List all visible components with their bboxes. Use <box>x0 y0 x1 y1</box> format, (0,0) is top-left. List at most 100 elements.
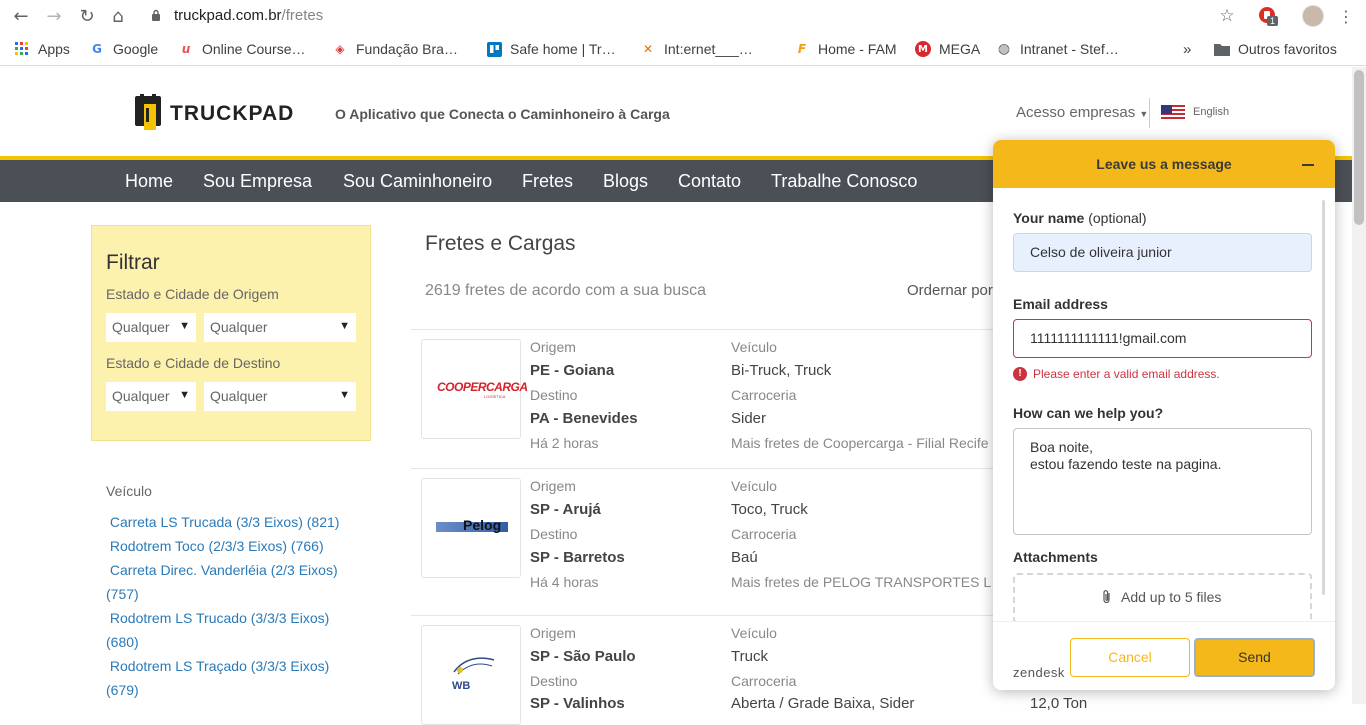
lock-icon <box>151 8 161 21</box>
acesso-label: Acesso empresas <box>1016 104 1136 121</box>
nav-contato[interactable]: Contato <box>678 171 741 192</box>
origin-state-select[interactable]: Qualquer ▼ <box>106 313 196 342</box>
forward-icon[interactable]: → <box>42 4 66 28</box>
body-value: Sider <box>731 410 767 427</box>
vehicle-filter-text: Rodotrem LS Traçado (3/3/3 Eixos) (679) <box>106 658 330 698</box>
reload-icon[interactable]: ↻ <box>75 4 99 28</box>
nav-blogs[interactable]: Blogs <box>603 171 648 192</box>
filter-title: Filtrar <box>106 251 160 274</box>
company-logo[interactable]: COOPERCARGA LOGÍSTICA <box>421 339 528 439</box>
caret-down-icon: ▼ <box>179 389 190 401</box>
vehicle-filter-item[interactable]: Carreta Direc. Vanderléia (2/3 Eixos) (7… <box>106 558 356 606</box>
help-label: How can we help you? <box>1013 405 1164 421</box>
nav-home[interactable]: Home <box>125 171 173 192</box>
site-tagline: O Aplicativo que Conecta o Caminhoneiro … <box>335 106 670 122</box>
language-link[interactable]: English <box>1193 106 1229 118</box>
results-title: Fretes e Cargas <box>425 232 576 255</box>
other-bookmarks-label: Outros favoritos <box>1238 41 1337 57</box>
attachments-text: Add up to 5 files <box>1121 589 1222 605</box>
more-freights-link[interactable]: Mais fretes de PELOG TRANSPORTES L <box>731 574 991 590</box>
bookmark-label: Int:ernet___… <box>664 41 753 57</box>
bookmark-internet[interactable]: ✕ Int:ernet___… <box>640 39 753 59</box>
address-bar[interactable]: truckpad.com.br/fretes <box>140 2 1240 30</box>
origin-value: PE - Goiana <box>530 362 615 379</box>
email-input[interactable]: 1111111111111!gmail.com <box>1013 319 1312 358</box>
bookmark-label: Home - FAM <box>818 41 897 57</box>
vehicle-filter-item[interactable]: Rodotrem LS Trucado (3/3/3 Eixos) (680) <box>106 606 356 654</box>
widget-header: Leave us a message <box>993 140 1335 188</box>
caret-down-icon: ▼ <box>339 389 350 401</box>
paperclip-icon <box>1101 589 1113 608</box>
google-icon: G <box>92 42 102 56</box>
vehicle-label: Veículo <box>731 478 777 494</box>
origin-city-select[interactable]: Qualquer ▼ <box>204 313 356 342</box>
nav-sou-caminhoneiro[interactable]: Sou Caminhoneiro <box>343 171 492 192</box>
bookmark-online-course[interactable]: u Online Course… <box>178 39 306 59</box>
pelog-logo: Pelog <box>463 517 502 533</box>
bookmark-mega[interactable]: M MEGA <box>915 39 980 59</box>
bookmark-label: Safe home | Tr… <box>510 41 616 57</box>
truckpad-logo-icon[interactable] <box>135 94 161 134</box>
minimize-icon[interactable] <box>1302 164 1314 166</box>
page-scrollbar-thumb[interactable] <box>1354 70 1364 225</box>
origin-label: Estado e Cidade de Origem <box>106 286 279 302</box>
more-freights-link[interactable]: Mais fretes de Coopercarga - Filial Reci… <box>731 435 989 451</box>
bookmark-intranet[interactable]: ◍ Intranet - Stef… <box>996 39 1119 59</box>
send-label: Send <box>1238 649 1271 665</box>
company-logo[interactable]: WB <box>421 625 521 725</box>
header-divider <box>1149 98 1150 128</box>
cancel-button[interactable]: Cancel <box>1070 638 1190 677</box>
name-input[interactable]: Celso de oliveira junior <box>1013 233 1312 272</box>
nav-sou-empresa[interactable]: Sou Empresa <box>203 171 312 192</box>
destination-state-select[interactable]: Qualquer ▼ <box>106 382 196 411</box>
order-by-label[interactable]: Ordernar por <box>907 282 993 299</box>
message-line: estou fazendo teste na pagina. <box>1030 456 1222 472</box>
coopercarga-logo-sub: LOGÍSTICA <box>484 394 506 399</box>
widget-scrollbar[interactable] <box>1322 200 1325 595</box>
bookmark-label: Fundação Bra… <box>356 41 458 57</box>
vehicle-value: Truck <box>731 648 768 665</box>
vehicle-filter-item[interactable]: Rodotrem LS Traçado (3/3/3 Eixos) (679) <box>106 654 356 702</box>
body-value: Baú <box>731 549 758 566</box>
company-logo[interactable]: Pelog <box>421 478 521 578</box>
body-label: Carroceria <box>731 673 797 689</box>
bookmark-apps[interactable]: Apps <box>14 39 70 59</box>
url-text: truckpad.com.br/fretes <box>174 7 323 24</box>
nav-fretes[interactable]: Fretes <box>522 171 573 192</box>
profile-avatar[interactable] <box>1302 5 1324 27</box>
zendesk-brand[interactable]: zendesk <box>1013 665 1065 680</box>
caret-down-icon: ▼ <box>339 320 350 332</box>
bookmark-google[interactable]: G Google <box>89 39 158 59</box>
trello-icon <box>486 41 502 57</box>
extension-icon[interactable]: 1 <box>1258 6 1279 26</box>
message-textarea[interactable]: Boa noite, estou fazendo teste na pagina… <box>1013 428 1312 535</box>
destination-city-select[interactable]: Qualquer ▼ <box>204 382 356 411</box>
vehicle-filter-text: Rodotrem LS Trucado (3/3/3 Eixos) (680) <box>106 610 330 650</box>
home-icon[interactable]: ⌂ <box>106 4 130 28</box>
bookmark-label: Apps <box>38 41 70 57</box>
coopercarga-logo: COOPERCARGA <box>437 380 528 394</box>
nav-trabalhe-conosco[interactable]: Trabalhe Conosco <box>771 171 917 192</box>
menu-dots-icon[interactable]: ⋮ <box>1334 4 1358 28</box>
vehicle-filter-label: Veículo <box>106 483 152 499</box>
star-icon[interactable]: ☆ <box>1215 4 1239 28</box>
other-bookmarks[interactable]: Outros favoritos <box>1214 39 1337 59</box>
error-icon: ! <box>1013 367 1027 381</box>
acesso-empresas-dropdown[interactable]: Acesso empresas ▼ <box>1016 104 1148 121</box>
more-bookmarks-button[interactable]: » <box>1183 39 1191 59</box>
bookmark-fundacao[interactable]: ◈ Fundação Bra… <box>332 39 458 59</box>
truckpad-logo-text[interactable]: TRUCKPAD <box>170 102 294 126</box>
select-value: Qualquer <box>112 319 170 335</box>
attachments-dropzone[interactable]: Add up to 5 files <box>1013 573 1312 623</box>
vehicle-filter-item[interactable]: Carreta LS Trucada (3/3 Eixos) (821) <box>106 510 356 534</box>
caret-down-icon: ▼ <box>179 320 190 332</box>
back-icon[interactable]: ← <box>9 4 33 28</box>
vehicle-value: Bi-Truck, Truck <box>731 362 832 379</box>
bookmark-home-fam[interactable]: F Home - FAM <box>794 39 897 59</box>
us-flag-icon[interactable] <box>1161 105 1185 121</box>
bookmark-safe-home[interactable]: Safe home | Tr… <box>486 39 616 59</box>
bookmark-label: MEGA <box>939 41 981 57</box>
send-button[interactable]: Send <box>1194 638 1315 677</box>
widget-footer: zendesk Cancel Send <box>993 621 1335 690</box>
vehicle-filter-item[interactable]: Rodotrem Toco (2/3/3 Eixos) (766) <box>106 534 356 558</box>
